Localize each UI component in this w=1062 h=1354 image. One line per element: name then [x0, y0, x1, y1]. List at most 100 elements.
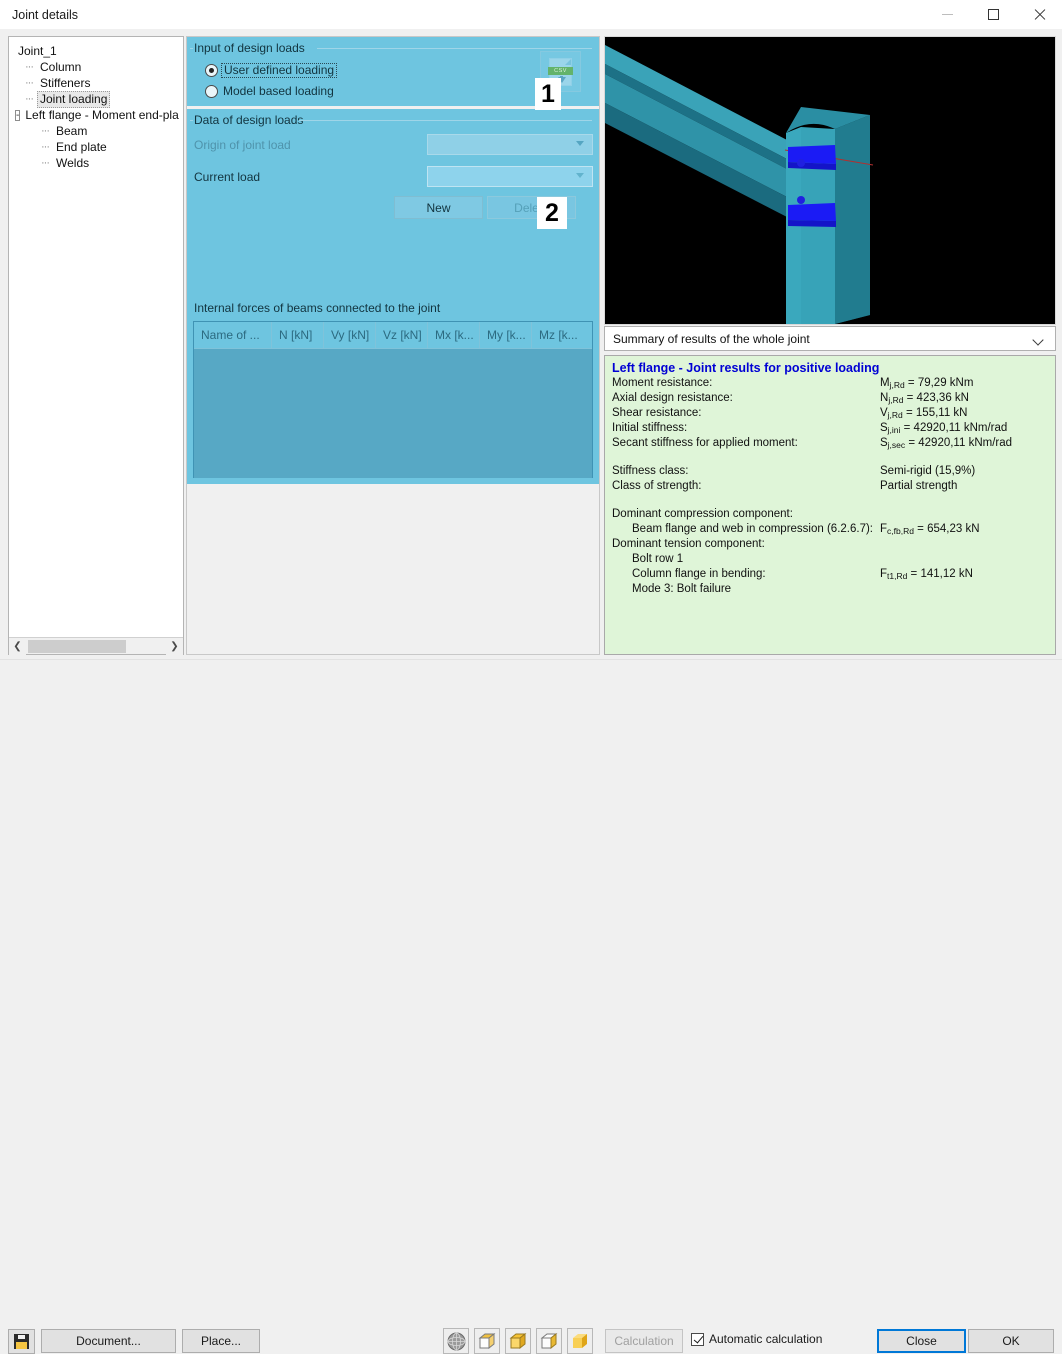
- scrollbar-thumb[interactable]: [28, 639, 126, 653]
- result-value: Semi-rigid (15,9%): [880, 465, 976, 477]
- result-label: Dominant tension component:: [612, 538, 765, 550]
- collapse-icon[interactable]: -: [15, 109, 21, 121]
- tree-branch-icon: ···: [25, 61, 34, 73]
- group-separator: [299, 120, 592, 121]
- result-label: Stiffness class:: [612, 465, 689, 477]
- view-shaded-cube-button[interactable]: [505, 1328, 531, 1354]
- chevron-down-icon: [576, 172, 585, 181]
- results-selector[interactable]: Summary of results of the whole joint: [604, 326, 1056, 351]
- joint-3d-model: [605, 37, 1055, 324]
- tree-branch-icon: ···: [41, 157, 50, 169]
- checkbox-icon[interactable]: [691, 1332, 704, 1346]
- result-value: Ft1,Rd = 141,12 kN: [880, 568, 973, 581]
- origin-of-joint-load-select[interactable]: [427, 134, 593, 155]
- tree-item-beam[interactable]: ··· Beam: [15, 123, 179, 139]
- result-label: Moment resistance:: [612, 377, 713, 389]
- column-header-vy[interactable]: Vy [kN]: [324, 322, 376, 349]
- wireframe-cube-icon: [478, 1332, 495, 1349]
- automatic-calculation-label: Automatic calculation: [709, 1332, 823, 1346]
- save-floppy-icon: [14, 1334, 29, 1349]
- tree-item-column[interactable]: ··· Column: [15, 59, 179, 75]
- save-button[interactable]: [8, 1329, 35, 1354]
- view-wireframe-cube-button[interactable]: [474, 1328, 500, 1354]
- result-label: Axial design resistance:: [612, 392, 733, 404]
- column-header-name[interactable]: Name of ...: [194, 322, 272, 349]
- tree-item-label: Joint_1: [18, 43, 57, 58]
- tension-header: Dominant tension component:: [612, 537, 1049, 552]
- radio-label: Model based loading: [223, 84, 334, 98]
- origin-of-joint-load-label: Origin of joint load: [194, 138, 291, 152]
- column-header-mx[interactable]: Mx [k...: [428, 322, 480, 349]
- result-label: Column flange in bending:: [632, 568, 766, 580]
- tree-item-left-flange[interactable]: - Left flange - Moment end-pla: [15, 107, 179, 123]
- results-selector-value: Summary of results of the whole joint: [613, 331, 810, 346]
- internal-forces-caption: Internal forces of beams connected to th…: [194, 301, 441, 315]
- joint-tree[interactable]: Joint_1 ··· Column ··· Stiffeners ··· Jo…: [9, 37, 183, 637]
- result-row: Secant stiffness for applied moment: Sj,…: [612, 436, 1049, 451]
- result-label: Class of strength:: [612, 480, 702, 492]
- view-hidden-line-cube-button[interactable]: [536, 1328, 562, 1354]
- result-label: Secant stiffness for applied moment:: [612, 437, 798, 449]
- tree-branch-icon: ···: [41, 141, 50, 153]
- close-button[interactable]: Close: [877, 1329, 966, 1353]
- result-row: Class of strength: Partial strength: [612, 479, 1049, 494]
- input-group-title: Input of design loads: [194, 41, 305, 55]
- title-bar: Joint details: [0, 0, 1062, 29]
- radio-icon[interactable]: [205, 64, 218, 77]
- tree-item-root[interactable]: Joint_1: [15, 43, 179, 59]
- scrollbar-track[interactable]: [128, 638, 166, 655]
- tree-item-label: Welds: [56, 155, 90, 170]
- column-header-vz[interactable]: Vz [kN]: [376, 322, 428, 349]
- minimize-button[interactable]: [924, 0, 970, 29]
- maximize-button[interactable]: [970, 0, 1016, 29]
- render-sphere-icon: [447, 1332, 465, 1350]
- window-title: Joint details: [12, 7, 79, 22]
- dialog-content: Joint_1 ··· Column ··· Stiffeners ··· Jo…: [0, 29, 1062, 659]
- minimize-icon: [941, 14, 953, 15]
- tree-item-welds[interactable]: ··· Welds: [15, 155, 179, 171]
- tree-item-joint-loading[interactable]: ··· Joint loading: [15, 90, 179, 108]
- tree-item-end-plate[interactable]: ··· End plate: [15, 139, 179, 155]
- document-button[interactable]: Document...: [41, 1329, 176, 1353]
- table-body-empty[interactable]: [194, 349, 592, 478]
- view-solid-cube-button[interactable]: [567, 1328, 593, 1354]
- place-button[interactable]: Place...: [182, 1329, 260, 1353]
- radio-label: User defined loading: [221, 63, 338, 78]
- compression-header: Dominant compression component:: [612, 507, 1049, 522]
- result-value: Fc,fb,Rd = 654,23 kN: [880, 523, 980, 536]
- result-label: Initial stiffness:: [612, 422, 688, 434]
- tree-branch-icon: ···: [41, 125, 50, 137]
- close-window-button[interactable]: [1016, 0, 1062, 29]
- column-header-my[interactable]: My [k...: [480, 322, 532, 349]
- calculation-button[interactable]: Calculation: [605, 1329, 683, 1353]
- result-label: Dominant compression component:: [612, 508, 793, 520]
- solid-cube-icon: [572, 1333, 587, 1348]
- result-label: Mode 3: Bolt failure: [632, 583, 732, 595]
- ok-button[interactable]: OK: [968, 1329, 1054, 1353]
- result-row: Stiffness class: Semi-rigid (15,9%): [612, 464, 1049, 479]
- 3d-joint-viewport[interactable]: [604, 36, 1056, 325]
- hidden-line-cube-icon: [540, 1332, 557, 1349]
- result-label: Beam flange and web in compression (6.2.…: [632, 523, 873, 535]
- scroll-left-icon[interactable]: ❮: [9, 637, 26, 655]
- tree-horizontal-scrollbar[interactable]: ❮ ❯: [9, 637, 183, 655]
- csv-badge-label: CSV: [548, 66, 573, 75]
- group-separator: [190, 48, 193, 49]
- radio-user-defined-loading[interactable]: User defined loading: [205, 63, 338, 78]
- current-load-select[interactable]: [427, 166, 593, 187]
- tree-item-label: End plate: [56, 139, 107, 154]
- new-load-button[interactable]: New: [394, 196, 483, 219]
- result-value: Nj,Rd = 423,36 kN: [880, 392, 969, 405]
- automatic-calculation-checkbox[interactable]: Automatic calculation: [691, 1332, 822, 1346]
- radio-icon[interactable]: [205, 85, 218, 98]
- radio-model-based-loading[interactable]: Model based loading: [205, 85, 334, 98]
- results-output-panel: Left flange - Joint results for positive…: [604, 355, 1056, 655]
- column-header-mz[interactable]: Mz [k...: [532, 322, 592, 349]
- internal-forces-table[interactable]: Name of ... N [kN] Vy [kN] Vz [kN] Mx [k…: [193, 321, 593, 478]
- data-group-title: Data of design loads: [194, 113, 304, 127]
- compression-item-row: Beam flange and web in compression (6.2.…: [612, 522, 1049, 537]
- scroll-right-icon[interactable]: ❯: [166, 637, 183, 655]
- tree-item-stiffeners[interactable]: ··· Stiffeners: [15, 75, 179, 91]
- column-header-n[interactable]: N [kN]: [272, 322, 324, 349]
- view-render-sphere-button[interactable]: [443, 1328, 469, 1354]
